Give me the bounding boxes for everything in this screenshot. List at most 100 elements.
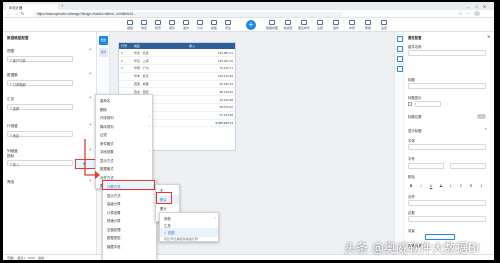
menu-item[interactable]: 同比/环比等复杂快速计算 [160,235,218,244]
menu-item[interactable]: 数据类型 [103,233,156,242]
minimize-icon[interactable]: – [465,3,472,10]
menu-item[interactable]: 删除 [96,105,152,114]
layout-icon [349,19,355,25]
property-label: 标题位置 [408,115,422,119]
toolbar-item-7[interactable]: 导出 [221,19,235,30]
maximize-icon[interactable]: □ [473,3,480,10]
field-chip-selected[interactable]: T 收入 [7,160,73,167]
toolbar-item-5[interactable]: 分享 [193,19,207,30]
menu-item[interactable]: 条件格式 [96,139,152,148]
help-icon [365,19,371,25]
save-icon [169,19,175,25]
align-left-button[interactable]: L [448,184,454,189]
title-position-toggle[interactable] [477,114,486,119]
menu-item[interactable]: 数据格式 [96,164,152,173]
toolbar-right-item-2[interactable]: 图表样式 [297,19,311,30]
strip-item-data[interactable]: 数据 [99,36,108,45]
menu-item[interactable]: 降序排列 › [96,122,152,131]
data-tab-icon[interactable] [396,46,403,52]
title-color-picker[interactable] [415,101,441,107]
font-weight-field[interactable] [450,163,486,169]
menu-item[interactable]: 过滤 [96,130,152,139]
field-chip[interactable]: T 订单明细 [7,80,73,87]
menu-item[interactable]: 隐藏字段 [103,242,156,251]
toolbar-right-item-5[interactable]: 布局 [345,19,359,30]
align-center-button[interactable]: C [458,184,464,189]
property-label: 边框 [408,211,415,215]
field-chip[interactable]: T 客户订单 [7,56,73,63]
publish-icon [183,19,189,25]
menu-item[interactable]: 升序排列 › [96,113,152,122]
italic-button[interactable]: I [418,184,424,189]
table-row: 1 华北 · 北京 126,981.21 [119,49,235,58]
component-name-field[interactable] [408,50,486,56]
toolbar-right-item-3[interactable]: 主题 [313,19,327,30]
add-field-icon[interactable]: + [89,71,92,76]
property-label: 组件名称 [408,45,422,49]
menu-item[interactable]: 重命名 [96,96,152,105]
toolbar-item-2[interactable]: 预览 [151,19,165,30]
forward-icon[interactable]: → [13,11,18,16]
extensions-icon[interactable]: ⋯ [466,11,471,16]
toolbar-item-3[interactable]: 保存 [165,19,179,30]
toolbar-right-item-6[interactable]: 帮助 [361,19,375,30]
strike-button[interactable]: S [438,184,444,189]
section-title: 数据集 [7,73,18,77]
close-window-icon[interactable]: ✕ [481,3,488,10]
title-show-checkbox[interactable] [408,102,412,106]
menu-item[interactable]: 显示方式 › [103,191,156,200]
close-panel-icon[interactable]: ✕ [487,34,490,39]
add-field-icon[interactable]: + [89,47,92,52]
template-icon [211,19,217,25]
back-icon[interactable]: ← [6,11,11,16]
toolbar-item-6[interactable]: 模板 [207,19,221,30]
menu-item[interactable]: 字段设置 › [96,147,152,156]
theme-icon [317,19,323,25]
menu-item[interactable]: 高级计算 › [103,199,156,208]
menu-item[interactable]: 显示方式 [96,156,152,165]
toolbar-item-0[interactable]: 撤销 [123,19,137,30]
menu-item[interactable]: 空值处理 [103,225,156,234]
section-title: 行维度 [7,124,18,128]
align-select[interactable] [408,200,486,206]
highlight-box [102,180,155,190]
toolbar-right-item-0[interactable]: 数据视图 [265,19,279,30]
underline-button[interactable]: U [428,184,434,189]
url-field[interactable]: https://www.speedbi.cn/design?design=tru… [33,11,343,17]
highlight-box [156,192,172,204]
new-tab-button[interactable]: + [61,3,64,8]
export-icon [225,19,231,25]
add-field-icon[interactable]: + [89,122,92,127]
interaction-tab-icon[interactable] [396,56,403,62]
justify-button[interactable]: J [478,184,484,189]
title-field[interactable] [408,83,486,89]
table-row: 西南 · 成都 60,332.15 [119,80,235,89]
chevron-right-icon: › [152,192,154,197]
add-component-button[interactable]: + [246,20,256,30]
toolbar-item-4[interactable]: 发布 [179,19,193,30]
field-chip[interactable]: T 金额 [7,104,73,111]
strip-item-component[interactable]: 组件 [99,48,108,57]
bold-button[interactable]: B [408,184,414,189]
table-row: 2 华东 · 上海 125,457.25 [119,56,235,66]
toolbar-item-1[interactable]: 恢复 [137,19,151,30]
align-right-button[interactable]: R [468,184,474,189]
property-label: 背景 [408,229,415,233]
font-select[interactable] [408,144,486,150]
chevron-down-icon[interactable]: ▾ [485,127,487,131]
menu-item[interactable]: 快速计算 [103,216,156,225]
property-label: 显示标题 [408,129,422,133]
border-select[interactable] [408,216,486,222]
menu-item[interactable]: 计算设置 [103,208,156,217]
add-field-icon[interactable]: + [89,95,92,100]
font-size-field[interactable] [408,163,444,169]
style-tab-icon[interactable] [396,36,403,42]
star-icon[interactable]: ☆ [458,11,463,16]
toolbar-right-item-1[interactable]: 快捷键 [281,19,295,30]
profile-avatar[interactable] [474,11,480,17]
field-chip[interactable]: T 地区 [7,131,73,138]
toolbar-right-item-4[interactable]: 组件 [329,19,343,30]
reload-icon[interactable]: ↻ [20,11,25,16]
toolbar-right-item-7[interactable]: 设置 [377,19,391,30]
advanced-tab-icon[interactable] [396,66,403,72]
